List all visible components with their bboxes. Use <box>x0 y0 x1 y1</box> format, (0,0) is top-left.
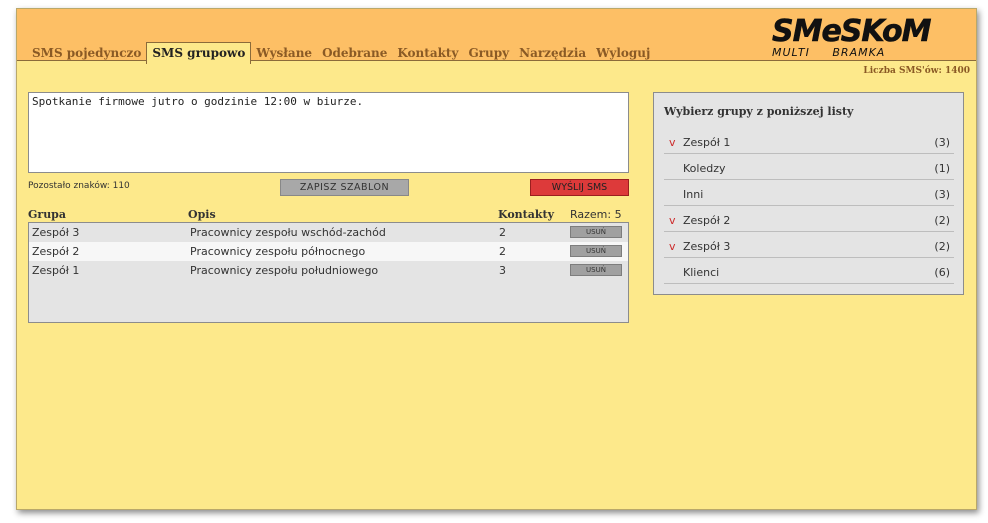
header: SMS pojedynczo SMS grupowo Wysłane Odebr… <box>17 9 976 64</box>
group-name: Zespół 2 <box>683 214 731 227</box>
check-icon: v <box>669 136 676 149</box>
remove-button[interactable]: USUŃ <box>570 245 622 257</box>
col-group: Grupa <box>28 208 67 221</box>
table-row: Zespół 1 Pracownicy zespołu południowego… <box>29 261 628 280</box>
tab-sms-single[interactable]: SMS pojedynczo <box>27 43 146 63</box>
logo-subtitle: MULTI BRAMKA <box>772 46 886 59</box>
remaining-chars: Pozostało znaków: 110 <box>28 181 130 191</box>
group-count: (2) <box>934 214 950 227</box>
tab-received[interactable]: Odebrane <box>317 43 392 63</box>
row-group: Zespół 3 <box>32 226 80 239</box>
group-count: (6) <box>934 266 950 279</box>
app-window: SMS pojedynczo SMS grupowo Wysłane Odebr… <box>16 8 977 510</box>
group-name: Zespół 1 <box>683 136 731 149</box>
remove-button[interactable]: USUŃ <box>570 226 622 238</box>
row-contacts: 3 <box>499 264 506 277</box>
table-header: Grupa Opis Kontakty Razem: 5 <box>28 208 629 222</box>
group-count: (1) <box>934 162 950 175</box>
row-description: Pracownicy zespołu wschód-zachód <box>190 226 386 239</box>
tab-logout[interactable]: Wyloguj <box>591 43 655 63</box>
group-name: Zespół 3 <box>683 240 731 253</box>
group-item-zespol-3[interactable]: v Zespół 3 (2) <box>664 232 954 258</box>
group-count: (3) <box>934 136 950 149</box>
check-icon: v <box>669 214 676 227</box>
remove-button[interactable]: USUŃ <box>570 264 622 276</box>
group-item-koledzy[interactable]: Koledzy (1) <box>664 154 954 180</box>
group-name: Koledzy <box>683 162 726 175</box>
logo-graphic: SMeSKoM <box>772 14 933 50</box>
group-item-inni[interactable]: Inni (3) <box>664 180 954 206</box>
save-template-button[interactable]: ZAPISZ SZABLON <box>280 179 409 196</box>
table-row: Zespół 3 Pracownicy zespołu wschód-zachó… <box>29 223 628 242</box>
tab-contacts[interactable]: Kontakty <box>392 43 463 63</box>
check-icon: v <box>669 240 676 253</box>
logo-text: SMeSKoM <box>772 14 932 47</box>
message-textarea[interactable]: Spotkanie firmowe jutro o godzinie 12:00… <box>28 92 629 173</box>
total-count: Razem: 5 <box>570 208 622 221</box>
group-name: Klienci <box>683 266 720 279</box>
main-nav: SMS pojedynczo SMS grupowo Wysłane Odebr… <box>27 41 655 64</box>
tab-sms-group[interactable]: SMS grupowo <box>146 42 252 64</box>
table-row: Zespół 2 Pracownicy zespołu północnego 2… <box>29 242 628 261</box>
group-count: (2) <box>934 240 950 253</box>
selected-groups-table: Zespół 3 Pracownicy zespołu wschód-zachó… <box>28 222 629 323</box>
row-group: Zespół 1 <box>32 264 80 277</box>
col-contacts: Kontakty <box>498 208 554 221</box>
group-item-zespol-1[interactable]: v Zespół 1 (3) <box>664 128 954 154</box>
group-item-zespol-2[interactable]: v Zespół 2 (2) <box>664 206 954 232</box>
group-count: (3) <box>934 188 950 201</box>
group-name: Inni <box>683 188 704 201</box>
logo: SMeSKoM MULTI BRAMKA <box>770 11 968 59</box>
row-contacts: 2 <box>499 226 506 239</box>
row-group: Zespół 2 <box>32 245 80 258</box>
row-description: Pracownicy zespołu północnego <box>190 245 366 258</box>
tab-groups[interactable]: Grupy <box>463 43 514 63</box>
col-description: Opis <box>188 208 216 221</box>
row-contacts: 2 <box>499 245 506 258</box>
tab-sent[interactable]: Wysłane <box>251 43 317 63</box>
groups-title: Wybierz grupy z poniższej listy <box>664 105 854 118</box>
send-sms-button[interactable]: WYŚLIJ SMS <box>530 179 629 196</box>
group-item-klienci[interactable]: Klienci (6) <box>664 258 954 284</box>
tab-tools[interactable]: Narzędzia <box>514 43 591 63</box>
sms-count: Liczba SMS'ów: 1400 <box>863 66 970 76</box>
groups-panel: Wybierz grupy z poniższej listy v Zespół… <box>653 92 964 295</box>
row-description: Pracownicy zespołu południowego <box>190 264 379 277</box>
